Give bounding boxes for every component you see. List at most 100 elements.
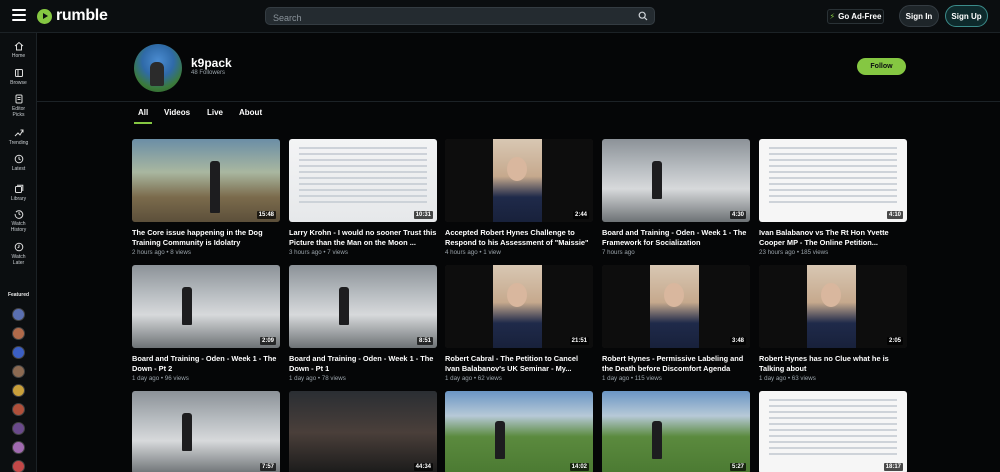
video-title[interactable]: The Core issue happening in the Dog Trai… [132,228,280,248]
sidebar-item-editor-picks[interactable]: Editor Picks [0,94,37,118]
channel-avatar[interactable] [134,44,182,92]
search-input[interactable] [266,10,626,26]
video-card[interactable]: 2:44 Accepted Robert Hynes Challenge to R… [445,139,593,256]
tab-all[interactable]: All [138,108,148,117]
thumbnail-person [210,161,220,213]
video-meta: 1 day ago • 62 views [445,375,502,382]
sidebar-item-label: Watch Later [11,254,26,266]
video-meta: 1 day ago • 78 views [289,375,346,382]
video-duration: 15:48 [256,211,276,219]
rumble-logo[interactable]: rumble [37,7,108,25]
video-card[interactable]: 2:09 Board and Training - Oden - Week 1 -… [132,265,280,382]
sidebar-item-label: Watch History [10,221,27,233]
video-thumbnail[interactable]: 2:44 [445,139,593,222]
sidebar-item-library[interactable]: Library [0,184,37,202]
video-duration: 10:31 [413,211,433,219]
video-duration: 44:34 [413,463,433,471]
trending-icon [14,129,23,137]
video-title[interactable]: Robert Hynes - Permissive Labeling and t… [602,354,750,374]
sidebar-item-home[interactable]: Home [0,41,37,59]
video-title[interactable]: Accepted Robert Hynes Challenge to Respo… [445,228,593,248]
sidebar-item-label: Latest [11,166,26,172]
video-thumbnail[interactable]: 15:48 [132,139,280,222]
featured-channel-avatar[interactable] [12,422,25,435]
video-title[interactable]: Board and Training - Oden - Week 1 - The… [602,228,750,248]
thumbnail-document [769,147,897,207]
sidebar-item-watch-later[interactable]: Watch Later [0,242,37,266]
video-card[interactable]: 4:30 Board and Training - Oden - Week 1 -… [602,139,750,256]
video-title[interactable]: Board and Training - Oden - Week 1 - The… [132,354,280,374]
sidebar-item-watch-history[interactable]: Watch History [0,209,37,233]
video-thumbnail[interactable]: 14:02 [445,391,593,472]
video-title[interactable]: Robert Hynes has no Clue what he is Talk… [759,354,907,374]
video-card[interactable]: 21:51 Robert Cabral - The Petition to Can… [445,265,593,382]
featured-channel-avatar[interactable] [12,346,25,359]
video-duration: 8:51 [416,337,433,345]
featured-channel-avatar[interactable] [12,441,25,454]
video-thumbnail[interactable]: 4:30 [602,139,750,222]
thumbnail-person [495,421,505,459]
video-title[interactable]: Ivan Balabanov vs The Rt Hon Yvette Coop… [759,228,907,248]
video-thumbnail[interactable]: 8:51 [289,265,437,348]
video-thumbnail[interactable]: 4:10 [759,139,907,222]
sidebar-item-label: Trending [8,140,29,146]
video-title[interactable]: Larry Krohn - I would no sooner Trust th… [289,228,437,248]
tab-videos[interactable]: Videos [164,108,190,117]
video-thumbnail[interactable]: 2:05 [759,265,907,348]
watch-later-icon [14,242,23,252]
video-duration: 18:17 [883,463,903,471]
featured-channel-avatar[interactable] [12,327,25,340]
top-bar: rumble ⚡ Go Ad-Free Sign In Sign Up [0,0,1000,33]
video-card[interactable]: 18:17 [759,391,907,472]
video-card[interactable]: 44:34 [289,391,437,472]
tab-live[interactable]: Live [207,108,223,117]
video-duration: 4:10 [886,211,903,219]
video-duration: 3:48 [729,337,746,345]
video-thumbnail[interactable]: 21:51 [445,265,593,348]
sidebar-item-browse[interactable]: Browse [0,68,37,86]
video-title[interactable]: Robert Cabral - The Petition to Cancel I… [445,354,593,374]
go-ad-free-button[interactable]: ⚡ Go Ad-Free [827,9,884,24]
video-thumbnail[interactable]: 3:48 [602,265,750,348]
thumbnail-image [445,391,593,472]
featured-channel-avatar[interactable] [12,403,25,416]
video-duration: 4:30 [729,211,746,219]
sidebar-item-trending[interactable]: Trending [0,128,37,146]
sidebar-item-latest[interactable]: Latest [0,154,37,172]
tab-about[interactable]: About [239,108,262,117]
video-card[interactable]: 3:48 Robert Hynes - Permissive Labeling a… [602,265,750,382]
video-thumbnail[interactable]: 18:17 [759,391,907,472]
follow-button[interactable]: Follow [857,58,906,75]
thumbnail-image [132,139,280,222]
video-thumbnail[interactable]: 10:31 [289,139,437,222]
video-duration: 14:02 [569,463,589,471]
video-card[interactable]: 10:31 Larry Krohn - I would no sooner Tru… [289,139,437,256]
video-card[interactable]: 4:10 Ivan Balabanov vs The Rt Hon Yvette … [759,139,907,256]
featured-channel-avatar[interactable] [12,365,25,378]
video-duration: 2:44 [572,211,589,219]
featured-channel-avatar[interactable] [12,308,25,321]
video-card[interactable]: 15:48 The Core issue happening in the Dog… [132,139,280,256]
sign-in-button[interactable]: Sign In [899,5,939,27]
video-meta: 23 hours ago • 185 views [759,249,829,256]
go-ad-free-label: Go Ad-Free [838,12,882,21]
active-tab-indicator [134,122,152,124]
video-title[interactable]: Board and Training - Oden - Week 1 - The… [289,354,437,374]
video-thumbnail[interactable]: 2:09 [132,265,280,348]
featured-channel-avatar[interactable] [12,384,25,397]
video-card[interactable]: 8:51 Board and Training - Oden - Week 1 -… [289,265,437,382]
sign-up-button[interactable]: Sign Up [945,5,988,27]
video-thumbnail[interactable]: 7:57 [132,391,280,472]
video-card[interactable]: 2:05 Robert Hynes has no Clue what he is … [759,265,907,382]
video-thumbnail[interactable]: 5:27 [602,391,750,472]
video-thumbnail[interactable]: 44:34 [289,391,437,472]
featured-channel-avatar[interactable] [12,460,25,472]
hamburger-menu-icon[interactable] [12,9,26,23]
search-box[interactable] [265,7,655,26]
thumbnail-image [289,265,437,348]
search-icon[interactable] [638,11,648,21]
video-card[interactable]: 14:02 [445,391,593,472]
video-card[interactable]: 7:57 [132,391,280,472]
follower-count: 48 Followers [191,70,226,76]
video-card[interactable]: 5:27 [602,391,750,472]
